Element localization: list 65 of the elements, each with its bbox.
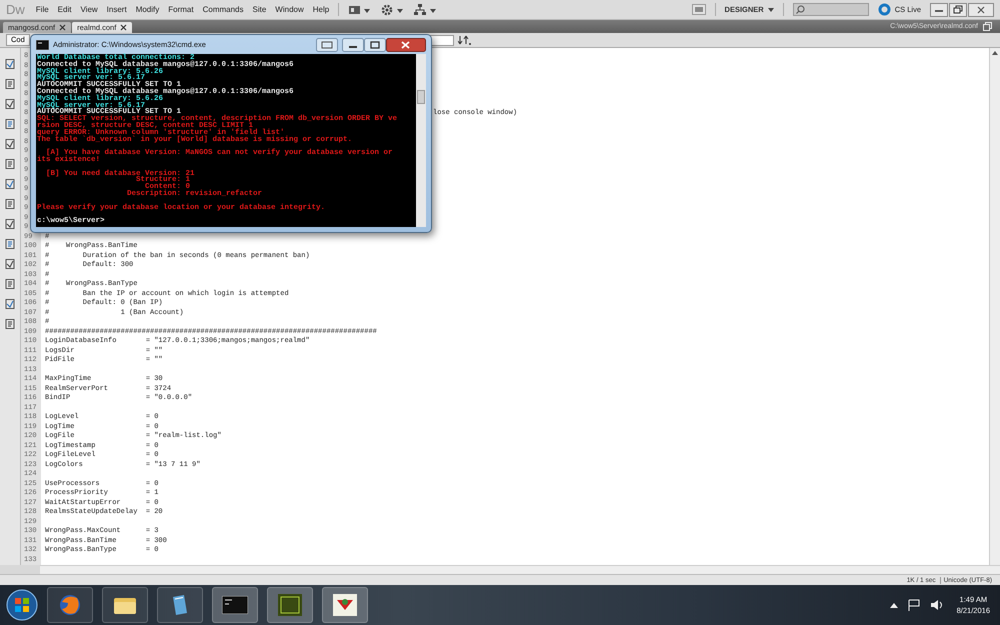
app-logo: Dw (6, 2, 25, 17)
site-tree-dropdown-icon[interactable] (414, 4, 438, 16)
close-icon[interactable] (59, 24, 66, 31)
gear-dropdown-icon[interactable] (381, 4, 406, 16)
menu-item[interactable]: Site (252, 5, 266, 14)
start-button[interactable] (6, 589, 38, 621)
emblem-icon (333, 594, 357, 616)
search-field[interactable] (792, 3, 869, 16)
restore-icon[interactable] (983, 22, 992, 31)
tool-icon[interactable] (4, 258, 16, 270)
tool-icon[interactable] (4, 238, 16, 250)
app-taskbar-button[interactable] (157, 587, 203, 623)
minimize-button[interactable] (342, 38, 364, 52)
globe-icon (59, 594, 81, 616)
tool-icon[interactable] (4, 98, 16, 110)
ring-icon (878, 3, 891, 16)
app-tile-icon (278, 594, 302, 616)
editor-taskbar-button[interactable] (267, 587, 313, 623)
layout-dropdown-icon[interactable] (348, 4, 372, 16)
tool-icon[interactable] (4, 58, 16, 70)
tool-icon[interactable] (4, 78, 16, 90)
search-icon (796, 5, 805, 14)
book-icon (170, 594, 190, 616)
browser-taskbar-button[interactable] (47, 587, 93, 623)
tool-icon[interactable] (4, 198, 16, 210)
horizontal-scrollbar[interactable] (40, 565, 1000, 574)
menu-item[interactable]: Commands (202, 5, 244, 14)
menu-item[interactable]: Format (168, 5, 194, 14)
folder-icon (113, 595, 137, 615)
menu-item[interactable]: File (36, 5, 49, 14)
console-icon (36, 40, 49, 50)
panel-icon[interactable] (316, 38, 338, 52)
minimize-button[interactable] (930, 2, 948, 16)
close-button[interactable] (968, 2, 994, 16)
tool-icon[interactable] (4, 118, 16, 130)
file-management-icon[interactable] (458, 34, 472, 46)
folder-taskbar-button[interactable] (102, 587, 148, 623)
scroll-up-icon[interactable] (992, 51, 998, 55)
restore-button[interactable] (949, 2, 967, 16)
menu-item[interactable]: Window (275, 5, 304, 14)
flag-icon[interactable] (906, 599, 921, 611)
menu-item[interactable]: Help (312, 5, 330, 14)
tool-icon[interactable] (4, 178, 16, 190)
tray-expand-icon[interactable] (890, 602, 898, 608)
speaker-icon[interactable] (930, 599, 944, 611)
panel-icon[interactable] (692, 4, 706, 15)
tool-icon[interactable] (4, 218, 16, 230)
menu-item[interactable]: View (80, 5, 98, 14)
tool-icon[interactable] (4, 298, 16, 310)
menu-item[interactable]: Modify (136, 5, 160, 14)
close-button[interactable] (386, 38, 426, 52)
maximize-button[interactable] (364, 38, 386, 52)
menu-item[interactable]: Edit (58, 5, 72, 14)
caret-icon (768, 8, 774, 12)
console-icon (222, 596, 248, 614)
console-taskbar-button[interactable] (212, 587, 258, 623)
close-icon[interactable] (120, 24, 128, 31)
vertical-scrollbar[interactable] (989, 48, 1000, 565)
tool-icon[interactable] (4, 318, 16, 330)
menu-item[interactable]: Insert (106, 5, 127, 14)
tool-icon[interactable] (4, 158, 16, 170)
tool-icon[interactable] (4, 138, 16, 150)
app-taskbar-button[interactable] (322, 587, 368, 623)
vertical-scrollbar[interactable] (416, 54, 426, 227)
tool-icon[interactable] (4, 278, 16, 290)
